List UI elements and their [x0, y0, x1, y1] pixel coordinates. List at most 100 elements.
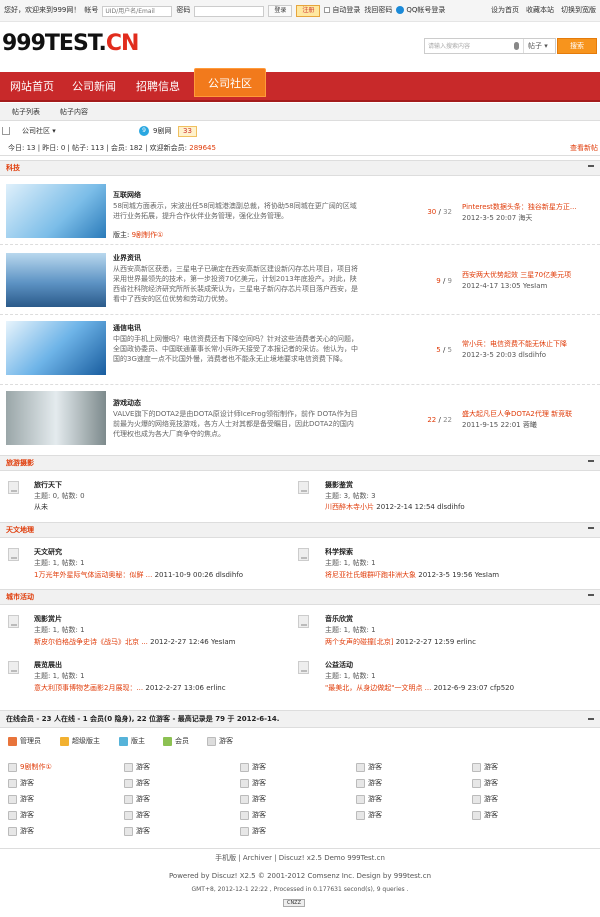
online-user[interactable]: 游客 [356, 763, 382, 773]
footer-links[interactable]: 手机版 | Archiver | Discuz! x2.5 Demo 999Te… [0, 854, 600, 863]
forum-title[interactable]: 旅行天下 [34, 481, 62, 490]
bookmark-link[interactable]: 收藏本站 [526, 6, 554, 15]
section-title: 科技 [6, 164, 20, 172]
online-user[interactable]: 游客 [124, 811, 150, 821]
forum-title[interactable]: 游戏动态 [113, 399, 141, 408]
online-members-header[interactable]: 在线会员 - 23 人在线 - 1 会员(0 隐身), 22 位游客 - 最高记… [0, 710, 600, 728]
online-user[interactable]: 游客 [124, 763, 150, 773]
online-user[interactable]: 游客 [240, 827, 266, 837]
auto-login-checkbox[interactable]: 自动登录 [324, 6, 360, 15]
forum-title[interactable]: 天文研究 [34, 548, 62, 557]
password-input[interactable] [194, 5, 265, 17]
forum-thumbnail[interactable] [6, 321, 106, 375]
collapse-icon[interactable] [588, 527, 594, 529]
online-user[interactable]: 游客 [356, 795, 382, 805]
online-user[interactable]: 游客 [8, 811, 34, 821]
online-user[interactable]: 游客 [240, 763, 266, 773]
admin-icon [8, 737, 17, 747]
forum-title[interactable]: 通信电讯 [113, 324, 141, 333]
section-header-astro[interactable]: 天文地理 [0, 522, 600, 538]
account-input[interactable] [102, 5, 173, 17]
section-title: 城市活动 [6, 593, 34, 601]
site-logo[interactable]: 999TEST.CN [2, 30, 139, 59]
user-icon [240, 811, 249, 821]
subnav-post-content[interactable]: 帖子内容 [60, 108, 88, 117]
user-icon [472, 811, 481, 821]
forum-thumbnail[interactable] [6, 391, 106, 445]
collapse-icon[interactable] [588, 594, 594, 596]
user-icon [356, 795, 365, 805]
forum-title[interactable]: 互联网络 [113, 191, 141, 200]
forum-title[interactable]: 展览展出 [34, 661, 62, 670]
last-post: 两个女声的碰撞[北京] 2012-2-27 12:59 erlinc [325, 638, 476, 646]
online-user[interactable]: 游客 [8, 795, 34, 805]
forum-thumbnail[interactable] [6, 253, 106, 307]
online-user[interactable]: 游客 [124, 779, 150, 789]
online-user[interactable]: 游客 [472, 763, 498, 773]
last-post-link[interactable]: 盛大起凡巨人争DOTA2代理 新竞联 [462, 410, 592, 419]
online-user[interactable]: 游客 [240, 779, 266, 789]
home-icon[interactable] [2, 127, 10, 135]
forum-icon [298, 661, 309, 674]
breadcrumb-community[interactable]: 公司社区 ▾ [22, 127, 56, 136]
new-posts-link[interactable]: 查看新帖 [570, 144, 598, 153]
subnav-post-list[interactable]: 帖子列表 [12, 108, 40, 117]
forum-title[interactable]: 观影赏片 [34, 615, 62, 624]
new-member-link[interactable]: 289645 [189, 144, 216, 152]
qq-login-button[interactable]: QQ帐号登录 [396, 6, 445, 15]
online-user[interactable]: 游客 [8, 779, 34, 789]
collapse-icon[interactable] [588, 165, 594, 167]
forum-title[interactable]: 音乐欣赏 [325, 615, 353, 624]
search-box[interactable]: 请输入搜索内容 帖子 ▾ [424, 38, 556, 54]
online-user[interactable]: 游客 [124, 827, 150, 837]
last-post-link[interactable]: 常小兵：电信资费不能无休止下降 [462, 340, 592, 349]
online-user[interactable]: 游客 [472, 779, 498, 789]
section-header-city[interactable]: 城市活动 [0, 589, 600, 605]
collapse-icon[interactable] [588, 718, 594, 720]
user-icon [356, 763, 365, 773]
search-input[interactable]: 请输入搜索内容 [428, 43, 470, 51]
nav-home[interactable]: 网站首页 [10, 72, 54, 102]
online-user[interactable]: 游客 [124, 795, 150, 805]
login-button[interactable]: 登录 [268, 5, 293, 17]
gmt-info: GMT+8, 2012-12-1 22:22 , Processed in 0.… [191, 886, 409, 893]
section-header-travel[interactable]: 旅游摄影 [0, 455, 600, 471]
last-post-link[interactable]: Pinterest数据头条：独谷新星方正... [462, 203, 592, 212]
online-user[interactable]: 游客 [240, 795, 266, 805]
forum-stats: 今日: 13 | 昨日: 0 | 帖子: 113 | 会员: 182 | 欢迎新… [0, 142, 600, 156]
last-post: 意大利顶事博物艺画影2月展现：... 2012-2-27 13:06 erlin… [34, 684, 226, 692]
register-button[interactable]: 注册 [296, 5, 321, 17]
last-post: "最美北，从身边做起"一文明点 ... 2012-6-9 23:07 cfp52… [325, 684, 515, 692]
online-user[interactable]: 9剧制作① [8, 763, 52, 773]
cnzz-badge[interactable]: CNZZ [283, 899, 305, 907]
moderator-link[interactable]: 9剧制作① [132, 231, 164, 239]
user-icon [124, 795, 133, 805]
forum-title[interactable]: 摄影鉴赏 [325, 481, 353, 490]
section-header-tech[interactable]: 科技 [0, 160, 600, 176]
nav-community[interactable]: 公司社区 [194, 68, 266, 97]
set-homepage-link[interactable]: 设为首页 [491, 6, 519, 15]
last-post-link[interactable]: 西安两大优势起效 三星70亿美元项 [462, 271, 592, 280]
online-user[interactable]: 游客 [240, 811, 266, 821]
online-user[interactable]: 游客 [356, 779, 382, 789]
collapse-icon[interactable] [588, 460, 594, 462]
find-password-link[interactable]: 找回密码 [364, 6, 392, 15]
forum-description: 从西安高新区获悉，三星电子已确定在西安高新区建设新闪存芯片项目，项目将采用世界最… [113, 265, 358, 303]
forum-stats: 主题: 1, 帖数: 1 [325, 559, 376, 567]
wide-mode-link[interactable]: 切换到宽版 [561, 6, 596, 15]
search-button[interactable]: 搜索 [557, 38, 597, 54]
forum-title[interactable]: 公益活动 [325, 661, 353, 670]
forum-title[interactable]: 业界资讯 [113, 254, 141, 263]
section-title: 旅游摄影 [6, 459, 34, 467]
microphone-icon[interactable] [514, 42, 519, 50]
forum-title[interactable]: 科学探索 [325, 548, 353, 557]
nav-jobs[interactable]: 招聘信息 [136, 72, 180, 102]
search-scope-select[interactable]: 帖子 ▾ [523, 39, 548, 53]
online-user[interactable]: 游客 [472, 811, 498, 821]
forum-thumbnail[interactable] [6, 184, 106, 238]
online-user[interactable]: 游客 [472, 795, 498, 805]
online-user[interactable]: 游客 [356, 811, 382, 821]
group-link[interactable]: 9剧网 [153, 127, 171, 136]
online-user[interactable]: 游客 [8, 827, 34, 837]
nav-news[interactable]: 公司新闻 [72, 72, 116, 102]
